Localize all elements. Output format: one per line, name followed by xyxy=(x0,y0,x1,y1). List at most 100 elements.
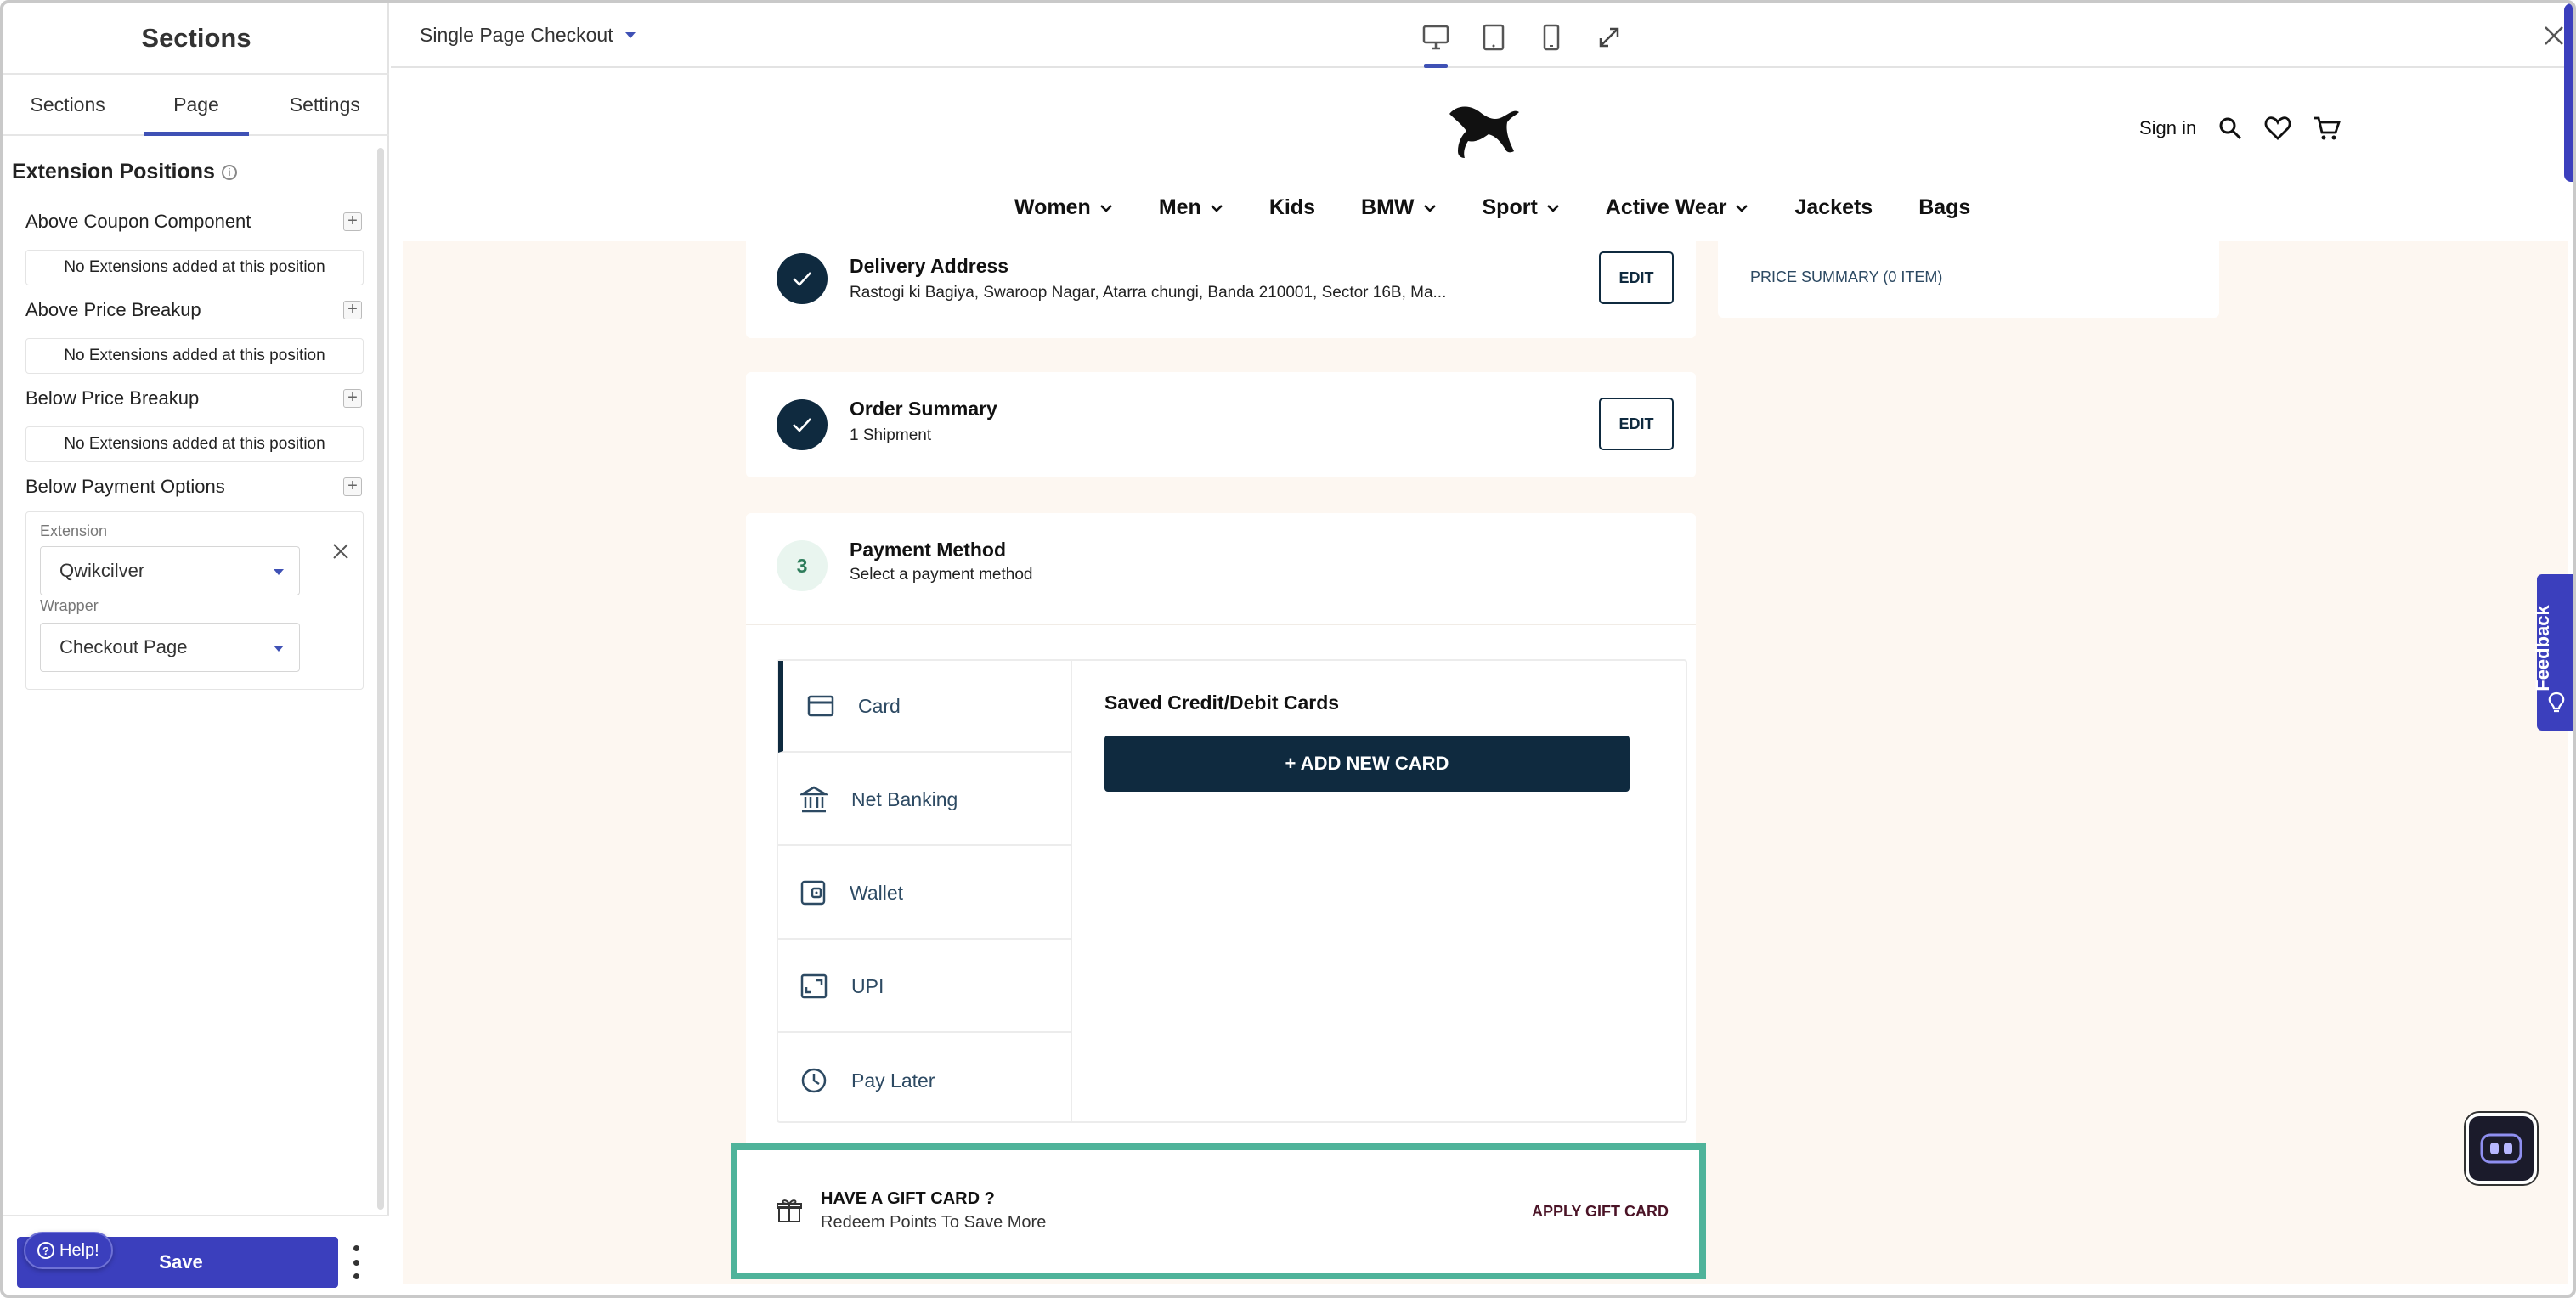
info-icon[interactable]: i xyxy=(221,164,237,180)
position-label: Above Price Breakup xyxy=(25,299,201,320)
nav-item-label: Bags xyxy=(1918,195,1971,219)
sidebar-scrollbar[interactable] xyxy=(377,148,384,1210)
feedback-tab[interactable]: Feedback xyxy=(2532,574,2573,731)
upi-icon xyxy=(800,974,828,999)
help-button-label: Help! xyxy=(59,1240,99,1260)
puma-logo-icon[interactable] xyxy=(1446,97,1522,160)
payment-method-pay-later[interactable]: Pay Later xyxy=(778,1035,1071,1126)
extension-positions-title: Extension Positions xyxy=(12,160,215,183)
panel-edge-handle[interactable] xyxy=(2564,3,2573,182)
desktop-view-icon[interactable] xyxy=(1419,20,1453,68)
payment-method-wallet[interactable]: Wallet xyxy=(778,848,1071,940)
sidebar-body: Extension Positions i Above Coupon Compo… xyxy=(3,136,389,1215)
sidebar: Sections Sections Page Settings Extensio… xyxy=(3,3,389,1295)
step-complete-icon xyxy=(777,253,828,304)
nav-item-label: Men xyxy=(1158,195,1201,219)
top-toolbar: Single Page Checkout xyxy=(391,3,2573,68)
nav-item-label: Active Wear xyxy=(1605,195,1727,219)
mobile-view-icon[interactable] xyxy=(1534,20,1568,54)
delivery-address-card: Delivery Address Rastogi ki Bagiya, Swar… xyxy=(746,241,1696,338)
chevron-down-icon xyxy=(1423,204,1436,212)
nav-item-kids[interactable]: Kids xyxy=(1269,195,1315,220)
add-extension-button[interactable]: + xyxy=(343,477,362,496)
feedback-label: Feedback xyxy=(2531,605,2553,691)
sign-in-link[interactable]: Sign in xyxy=(2139,117,2196,139)
gift-card-highlight[interactable]: HAVE A GIFT CARD ? Redeem Points To Save… xyxy=(731,1143,1706,1279)
tablet-view-icon[interactable] xyxy=(1477,20,1511,54)
extension-select[interactable]: Qwikcilver xyxy=(40,546,300,595)
apply-gift-card-button[interactable]: APPLY GIFT CARD xyxy=(1532,1203,1669,1221)
gift-card-section: HAVE A GIFT CARD ? Redeem Points To Save… xyxy=(744,1159,1692,1264)
chatbot-launcher[interactable] xyxy=(2466,1113,2537,1184)
payment-method-net-banking[interactable]: Net Banking xyxy=(778,754,1071,846)
position-above-price-breakup: Above Price Breakup + xyxy=(25,299,362,321)
add-new-card-button[interactable]: + ADD NEW CARD xyxy=(1104,736,1630,792)
add-extension-button[interactable]: + xyxy=(343,301,362,319)
saved-cards-title: Saved Credit/Debit Cards xyxy=(1104,691,1340,714)
lightbulb-icon xyxy=(2548,691,2565,713)
payment-method-title: Payment Method xyxy=(850,539,1007,561)
caret-down-icon xyxy=(624,32,636,38)
bank-icon xyxy=(800,786,828,813)
position-label: Below Payment Options xyxy=(25,476,225,497)
nav-item-label: Jackets xyxy=(1794,195,1873,219)
step-number: 3 xyxy=(777,540,828,591)
add-extension-button[interactable]: + xyxy=(343,212,362,231)
nav-item-active-wear[interactable]: Active Wear xyxy=(1606,195,1749,220)
fullscreen-icon[interactable] xyxy=(1592,20,1626,54)
tab-settings[interactable]: Settings xyxy=(261,75,389,134)
help-button[interactable]: ? Help! xyxy=(24,1232,113,1269)
close-icon[interactable] xyxy=(330,541,351,562)
payment-method-label: Card xyxy=(858,694,901,717)
nav-item-bags[interactable]: Bags xyxy=(1918,195,1970,220)
edit-order-button[interactable]: EDIT xyxy=(1599,398,1674,450)
chevron-down-icon xyxy=(1736,204,1748,212)
wrapper-select[interactable]: Checkout Page xyxy=(40,623,300,672)
more-options-icon[interactable] xyxy=(352,1245,360,1279)
search-icon[interactable] xyxy=(2218,116,2242,140)
nav-item-women[interactable]: Women xyxy=(1014,195,1113,220)
sidebar-title: Sections xyxy=(3,3,389,75)
sidebar-footer: Save ? Help! xyxy=(3,1215,389,1295)
empty-position-message: No Extensions added at this position xyxy=(25,426,364,462)
nav-item-sport[interactable]: Sport xyxy=(1483,195,1560,220)
extension-field-label: Extension xyxy=(40,522,108,539)
tab-sections[interactable]: Sections xyxy=(3,75,132,134)
payment-method-card[interactable]: Card xyxy=(778,661,1071,753)
chevron-down-icon xyxy=(1210,204,1223,212)
page-select[interactable]: Single Page Checkout xyxy=(420,24,636,47)
tab-page[interactable]: Page xyxy=(132,75,260,136)
edit-delivery-button[interactable]: EDIT xyxy=(1599,251,1674,304)
nav-item-jackets[interactable]: Jackets xyxy=(1794,195,1873,220)
nav-item-label: Women xyxy=(1014,195,1091,219)
chatbot-icon xyxy=(2480,1133,2522,1164)
credit-card-icon xyxy=(807,695,834,717)
payment-method-label: Net Banking xyxy=(851,787,958,810)
price-summary[interactable]: PRICE SUMMARY (0 ITEM) xyxy=(1718,241,2219,318)
header-actions: Sign in xyxy=(2139,116,2342,141)
extension-positions-heading: Extension Positions i xyxy=(12,160,237,184)
caret-down-icon xyxy=(274,569,284,575)
payment-methods-list: Card Net Banking Wallet UPI Pay Later xyxy=(778,661,1072,1123)
payment-method-label: Pay Later xyxy=(851,1069,935,1092)
cart-icon[interactable] xyxy=(2313,116,2342,141)
payment-options-panel: Card Net Banking Wallet UPI Pay Later Sa… xyxy=(777,659,1687,1123)
heart-icon[interactable] xyxy=(2264,116,2291,140)
empty-position-message: No Extensions added at this position xyxy=(25,338,364,374)
position-above-coupon: Above Coupon Component + xyxy=(25,211,362,233)
caret-down-icon xyxy=(274,646,284,652)
step-complete-icon xyxy=(777,399,828,450)
sidebar-tabs: Sections Page Settings xyxy=(3,75,389,136)
delivery-title: Delivery Address xyxy=(850,255,1009,277)
help-icon: ? xyxy=(37,1242,54,1259)
add-extension-button[interactable]: + xyxy=(343,389,362,408)
nav-item-bmw[interactable]: BMW xyxy=(1361,195,1436,220)
position-label: Below Price Breakup xyxy=(25,387,200,409)
payment-method-subtitle: Select a payment method xyxy=(850,566,1033,584)
nav-item-men[interactable]: Men xyxy=(1159,195,1223,220)
payment-method-label: UPI xyxy=(851,974,884,997)
payment-method-label: Wallet xyxy=(850,881,904,904)
app-window: Sections Sections Page Settings Extensio… xyxy=(0,0,2576,1298)
extension-card: Extension Qwikcilver Wrapper Checkout Pa… xyxy=(25,511,364,690)
payment-method-upi[interactable]: UPI xyxy=(778,941,1071,1033)
